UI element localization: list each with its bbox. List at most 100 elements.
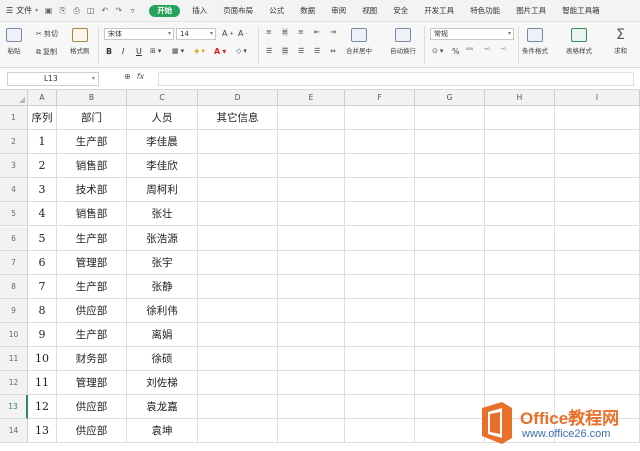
decrease-decimal-icon[interactable]: ⁻⁰ [500, 47, 506, 54]
cell-I1[interactable] [555, 106, 640, 131]
cell-F9[interactable] [345, 298, 415, 323]
cell-F3[interactable] [345, 154, 415, 179]
column-header-G[interactable]: G [415, 90, 485, 106]
cell-H5[interactable] [485, 202, 555, 227]
fill-color-button[interactable]: ◈ ▾ [194, 47, 205, 55]
column-header-B[interactable]: B [57, 90, 127, 106]
cell-A11[interactable]: 10 [28, 347, 57, 372]
cell-A5[interactable]: 4 [28, 202, 57, 227]
cell-E1[interactable] [278, 106, 345, 131]
cell-H9[interactable] [485, 298, 555, 323]
cell-I10[interactable] [555, 322, 640, 347]
cell-B14[interactable]: 供应部 [57, 419, 127, 444]
indent-increase-button[interactable]: ⇥ [330, 28, 336, 36]
fx-icon[interactable]: fx [137, 72, 145, 81]
sum-button[interactable]: Σ 求和 [614, 28, 627, 55]
cell-E6[interactable] [278, 226, 345, 251]
cut-button[interactable]: ✂ 剪切 [36, 29, 58, 39]
tab-review[interactable]: 审阅 [323, 0, 354, 22]
align-bottom-button[interactable]: ≡ [298, 28, 304, 36]
cell-D2[interactable] [198, 130, 278, 155]
cell-A13[interactable]: 12 [28, 395, 57, 420]
cell-C7[interactable]: 张宇 [127, 250, 198, 275]
cell-B12[interactable]: 管理部 [57, 371, 127, 396]
cell-C9[interactable]: 徐利伟 [127, 298, 198, 323]
cell-E7[interactable] [278, 250, 345, 275]
cell-C6[interactable]: 张浩源 [127, 226, 198, 251]
row-header[interactable]: 4 [0, 178, 28, 203]
italic-button[interactable]: I [122, 47, 124, 56]
cell-H7[interactable] [485, 250, 555, 275]
name-box[interactable]: L13 ▾ [7, 72, 99, 86]
row-header[interactable]: 7 [0, 250, 28, 275]
cell-G11[interactable] [415, 347, 485, 372]
row-header[interactable]: 8 [0, 274, 28, 299]
cell-B9[interactable]: 供应部 [57, 298, 127, 323]
cell-C12[interactable]: 刘佐梯 [127, 371, 198, 396]
column-header-D[interactable]: D [198, 90, 278, 106]
merge-center-button[interactable]: 合并居中 [346, 28, 372, 55]
column-header-I[interactable]: I [555, 90, 640, 106]
cell-A8[interactable]: 7 [28, 274, 57, 299]
bold-button[interactable]: B [106, 47, 112, 56]
cell-D14[interactable] [198, 419, 278, 444]
tab-picture-tools[interactable]: 图片工具 [508, 0, 554, 22]
tab-smart-toolbox[interactable]: 智能工具箱 [554, 0, 608, 22]
cell-D3[interactable] [198, 154, 278, 179]
cell-E9[interactable] [278, 298, 345, 323]
cell-A4[interactable]: 3 [28, 178, 57, 203]
font-color-button[interactable]: A ▾ [214, 47, 226, 56]
cell-C8[interactable]: 张静 [127, 274, 198, 299]
cell-C14[interactable]: 袁坤 [127, 419, 198, 444]
column-header-C[interactable]: C [127, 90, 198, 106]
column-header-F[interactable]: F [345, 90, 415, 106]
cell-F11[interactable] [345, 347, 415, 372]
font-size-select[interactable]: 14 ▾ [176, 28, 216, 40]
distribute-button[interactable]: ⇔ [330, 47, 336, 55]
cell-D11[interactable] [198, 347, 278, 372]
cell-H8[interactable] [485, 274, 555, 299]
row-header[interactable]: 6 [0, 226, 28, 251]
cell-H12[interactable] [485, 371, 555, 396]
cell-B3[interactable]: 销售部 [57, 154, 127, 179]
cell-I5[interactable] [555, 202, 640, 227]
row-header[interactable]: 9 [0, 298, 28, 323]
cell-B4[interactable]: 技术部 [57, 178, 127, 203]
cell-C13[interactable]: 袁龙嘉 [127, 395, 198, 420]
formula-input[interactable] [158, 72, 634, 86]
cell-C2[interactable]: 李佳晨 [127, 130, 198, 155]
cell-A14[interactable]: 13 [28, 419, 57, 444]
wrap-text-button[interactable]: 自动换行 [390, 28, 416, 55]
tab-page-layout[interactable]: 页面布局 [215, 0, 261, 22]
indent-decrease-button[interactable]: ⇤ [314, 28, 320, 36]
align-middle-button[interactable]: ≡ [282, 28, 288, 36]
cell-G3[interactable] [415, 154, 485, 179]
cell-F13[interactable] [345, 395, 415, 420]
strikethrough-button[interactable]: ▦ ▾ [172, 47, 184, 55]
align-top-button[interactable]: ≡ [266, 28, 272, 36]
customize-icon[interactable]: ▿ [128, 6, 137, 15]
cell-F7[interactable] [345, 250, 415, 275]
export-icon[interactable]: ⎘ [58, 6, 67, 15]
cell-A10[interactable]: 9 [28, 322, 57, 347]
cell-B5[interactable]: 销售部 [57, 202, 127, 227]
cell-D6[interactable] [198, 226, 278, 251]
table-style-button[interactable]: 表格样式 [566, 28, 592, 55]
tab-home[interactable]: 开始 [149, 4, 181, 17]
cell-F4[interactable] [345, 178, 415, 203]
cell-F8[interactable] [345, 274, 415, 299]
cell-H6[interactable] [485, 226, 555, 251]
cell-G5[interactable] [415, 202, 485, 227]
cell-C1[interactable]: 人员 [127, 106, 198, 131]
cell-B13[interactable]: 供应部 [57, 395, 127, 420]
column-header-E[interactable]: E [278, 90, 345, 106]
cell-D12[interactable] [198, 371, 278, 396]
tab-special-features[interactable]: 特色功能 [462, 0, 508, 22]
cell-G12[interactable] [415, 371, 485, 396]
cell-D5[interactable] [198, 202, 278, 227]
cell-B11[interactable]: 财务部 [57, 347, 127, 372]
cell-G10[interactable] [415, 322, 485, 347]
row-header[interactable]: 14 [0, 419, 28, 444]
cell-A1[interactable]: 序列 [28, 106, 57, 131]
save-icon[interactable]: ▣ [44, 6, 53, 15]
